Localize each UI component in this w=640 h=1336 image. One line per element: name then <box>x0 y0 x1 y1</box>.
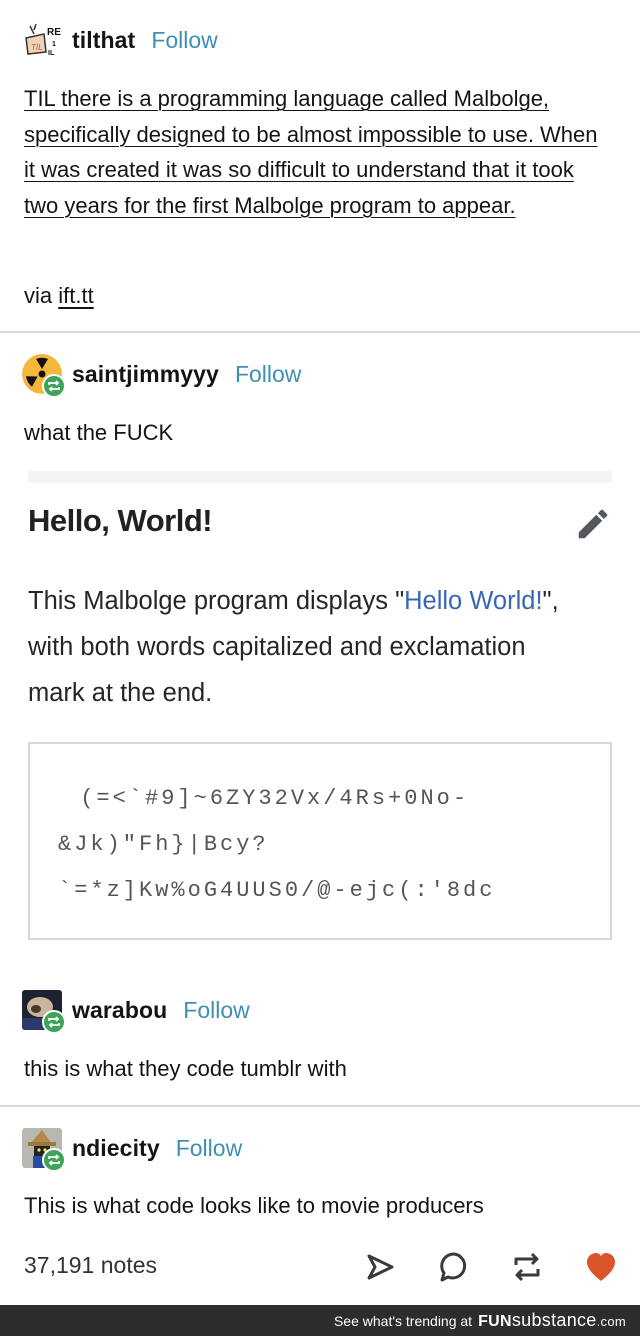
code-line: &Jk)"Fh}|Bcy? <box>58 832 269 857</box>
reblog-badge-icon <box>42 1148 66 1172</box>
post-text-tilthat[interactable]: TIL there is a programming language call… <box>24 81 604 223</box>
brand-bold: FUN <box>478 1313 512 1330</box>
brand-tld: .com <box>596 1314 626 1329</box>
svg-text:1: 1 <box>52 41 56 48</box>
username-ndiecity[interactable]: ndiecity <box>72 1135 160 1162</box>
reblog-icon[interactable] <box>510 1250 544 1284</box>
til-logo-avatar-icon: TIL RE 1 IL <box>22 20 62 60</box>
post-header-warabou: warabou Follow <box>22 990 250 1034</box>
watermark-brand[interactable]: FUNsubstance.com <box>478 1310 626 1331</box>
svg-text:IL: IL <box>48 50 55 57</box>
reblog-badge-icon <box>42 374 66 398</box>
post-header-tilthat: TIL RE 1 IL tilthat Follow <box>22 20 218 60</box>
divider <box>0 1105 640 1107</box>
watermark-bar: See what's trending at FUNsubstance.com <box>0 1305 640 1336</box>
via-line: via ift.tt <box>24 283 616 309</box>
avatar-tilthat[interactable]: TIL RE 1 IL <box>22 20 62 60</box>
share-icon[interactable] <box>363 1250 397 1284</box>
follow-button-saintjimmyyy[interactable]: Follow <box>235 361 301 388</box>
wiki-title: Hello, World! <box>28 503 213 538</box>
reply-icon[interactable] <box>437 1250 471 1284</box>
watermark-text: See what's trending at <box>333 1312 473 1329</box>
follow-button-tilthat[interactable]: Follow <box>151 27 217 54</box>
svg-text:TIL: TIL <box>31 43 43 52</box>
brand-rest: substance <box>511 1310 597 1330</box>
pencil-icon <box>574 505 612 543</box>
via-link[interactable]: ift.tt <box>58 283 93 308</box>
username-warabou[interactable]: warabou <box>72 997 167 1024</box>
username-saintjimmyyy[interactable]: saintjimmyyy <box>72 361 219 388</box>
post-text-ndiecity: This is what code looks like to movie pr… <box>24 1193 484 1218</box>
code-line: `=*z]Kw%oG4UUS0/@-ejc(:'8dc <box>58 878 496 903</box>
via-prefix: via <box>24 283 53 308</box>
wiki-desc-before: This Malbolge program displays " <box>28 587 405 615</box>
post-header-saintjimmyyy: saintjimmyyy Follow <box>22 354 301 398</box>
wiki-desc-link: Hello World! <box>404 587 543 615</box>
code-line: (=<`#9]~6ZY32Vx/4Rs+0No- <box>64 786 470 811</box>
avatar-saintjimmyyy[interactable] <box>22 354 66 398</box>
follow-button-ndiecity[interactable]: Follow <box>176 1135 242 1162</box>
post-text-saintjimmyyy: what the FUCK <box>24 420 174 445</box>
follow-button-warabou[interactable]: Follow <box>183 997 249 1024</box>
code-box: (=<`#9]~6ZY32Vx/4Rs+0No- &Jk)"Fh}|Bcy? `… <box>28 742 612 940</box>
notes-count[interactable]: 37,191 notes <box>24 1252 157 1279</box>
wiki-description: This Malbolge program displays "Hello Wo… <box>28 578 588 716</box>
divider <box>0 331 640 333</box>
post-header-ndiecity: ndiecity Follow <box>22 1128 242 1172</box>
wiki-topbar <box>28 471 612 483</box>
avatar-ndiecity[interactable] <box>22 1128 66 1172</box>
avatar-warabou[interactable] <box>22 990 66 1034</box>
post-text-warabou: this is what they code tumblr with <box>24 1056 347 1081</box>
reblog-badge-icon <box>42 1010 66 1034</box>
username-tilthat[interactable]: tilthat <box>72 27 135 54</box>
like-heart-icon[interactable] <box>584 1250 618 1284</box>
post-footer: 37,191 notes <box>0 1240 640 1296</box>
svg-text:RE: RE <box>47 27 61 38</box>
